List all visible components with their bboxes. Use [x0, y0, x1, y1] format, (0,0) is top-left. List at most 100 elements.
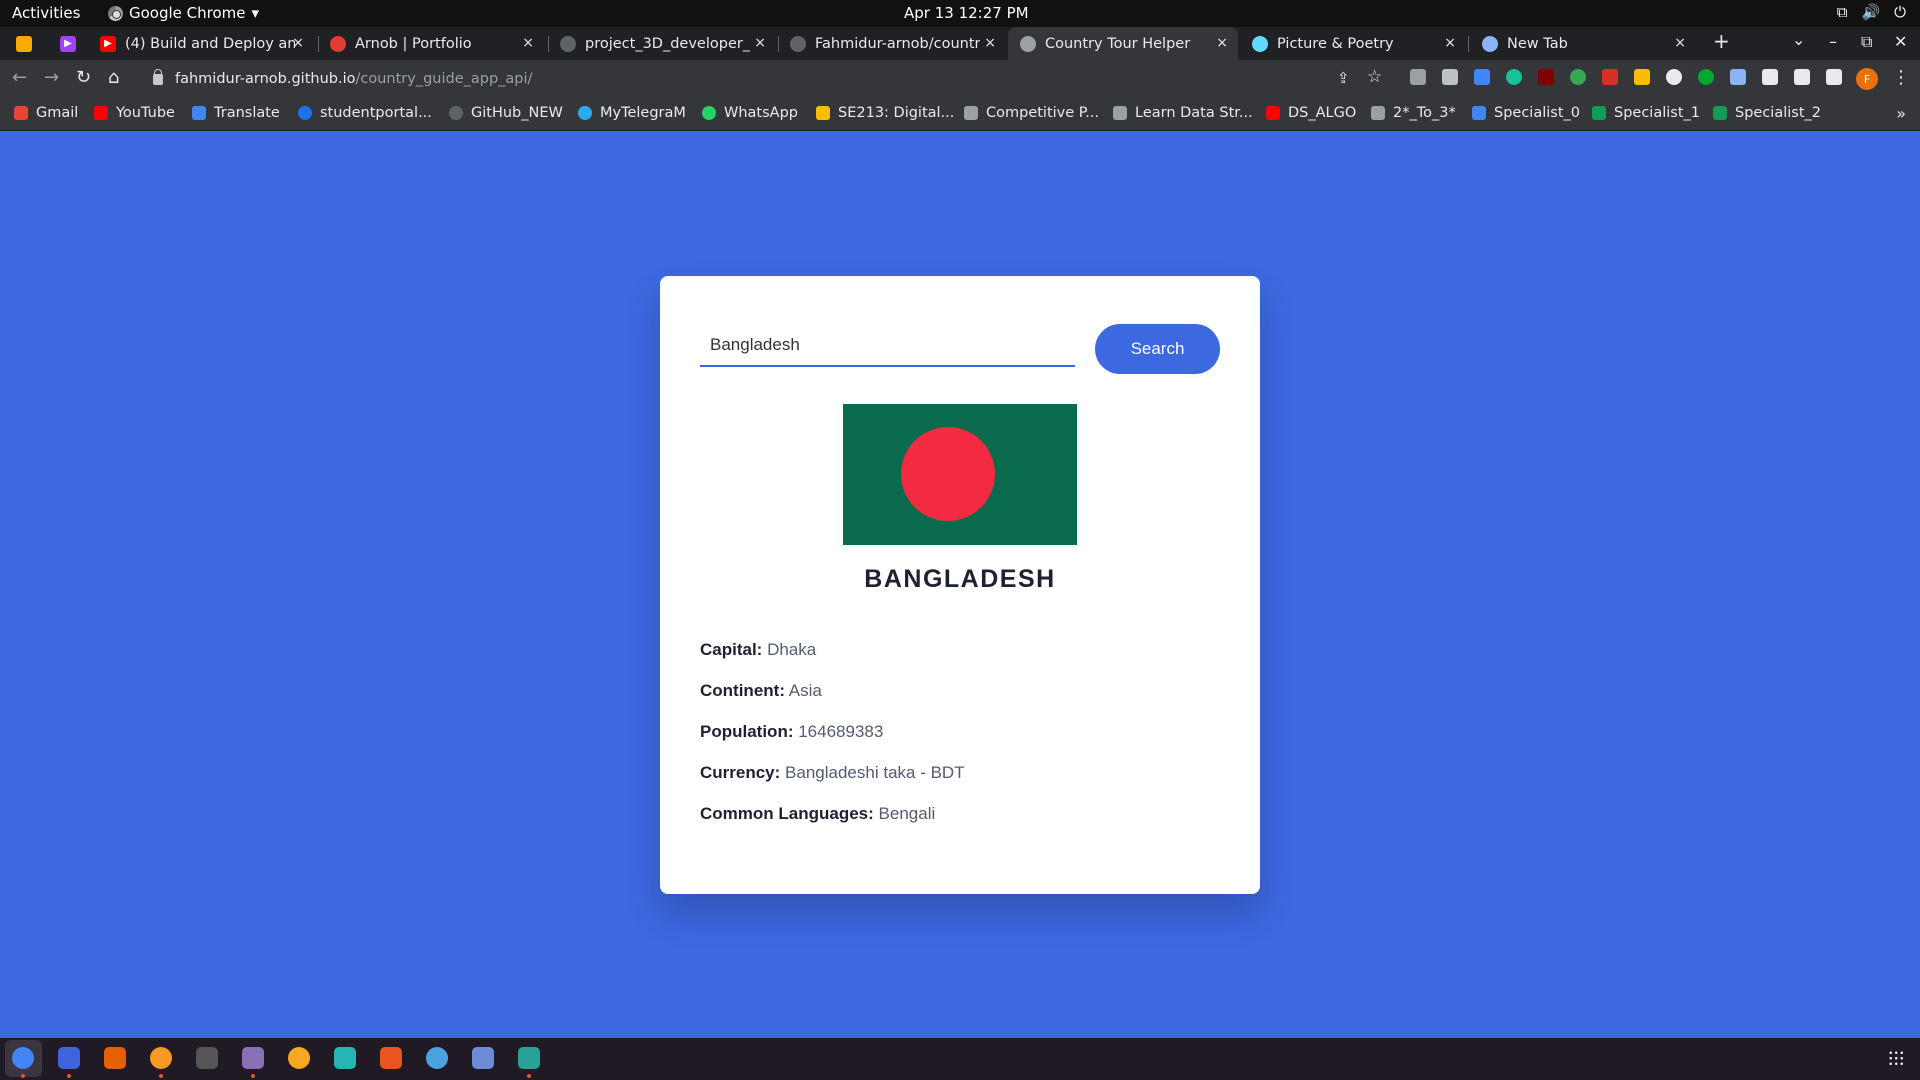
- files-icon[interactable]: [242, 1047, 264, 1069]
- new-tab-button[interactable]: +: [1713, 29, 1730, 53]
- more-bookmarks-icon[interactable]: »: [1896, 104, 1906, 123]
- bookmark-star-icon[interactable]: ☆: [1367, 67, 1382, 87]
- ublock-icon[interactable]: [1538, 69, 1554, 85]
- profile-avatar[interactable]: F: [1856, 68, 1878, 90]
- system-tray[interactable]: ⧉ 🔊 ⏻: [1837, 3, 1906, 21]
- bookmark-specialist-1[interactable]: Specialist_1: [1592, 105, 1700, 121]
- close-window-icon[interactable]: ✕: [1894, 32, 1907, 51]
- clock[interactable]: Apr 13 12:27 PM: [904, 4, 1029, 22]
- sheets-icon: [1592, 106, 1606, 120]
- reload-icon[interactable]: ↻: [76, 67, 91, 88]
- info-continent: Continent: Asia: [700, 681, 965, 722]
- tab-portfolio[interactable]: Arnob | Portfolio ×: [318, 27, 544, 60]
- software-icon[interactable]: [334, 1047, 356, 1069]
- screenshot-icon[interactable]: [1602, 69, 1618, 85]
- volume-icon[interactable]: 🔊: [1861, 3, 1880, 21]
- chrome-icon[interactable]: [12, 1047, 34, 1069]
- lock-icon[interactable]: [153, 68, 163, 85]
- github-icon: [560, 35, 576, 52]
- camera-icon[interactable]: [1442, 69, 1458, 85]
- bookmark-translate[interactable]: Translate: [192, 105, 280, 121]
- share-icon[interactable]: ⇪: [1337, 69, 1350, 87]
- terminal-icon[interactable]: [196, 1047, 218, 1069]
- bookmark-se213[interactable]: SE213: Digital...: [816, 105, 954, 121]
- evernote-icon[interactable]: [1698, 69, 1714, 85]
- text-editor-icon[interactable]: [518, 1047, 540, 1069]
- drive-icon[interactable]: [1634, 69, 1650, 85]
- minimize-icon[interactable]: –: [1829, 32, 1837, 51]
- react-devtools-icon[interactable]: [1666, 69, 1682, 85]
- bookmark-2-to-3[interactable]: 2*_To_3*: [1371, 105, 1456, 121]
- bookmark-specialist-2[interactable]: Specialist_2: [1713, 105, 1821, 121]
- notes-icon[interactable]: [288, 1047, 310, 1069]
- tab-close-icon[interactable]: ×: [754, 35, 766, 51]
- bookmark-specialist-0[interactable]: Specialist_0: [1472, 105, 1580, 121]
- home-icon[interactable]: ⌂: [108, 67, 119, 88]
- bookmark-github-new[interactable]: GitHub_NEW: [449, 105, 563, 121]
- password-extension-icon[interactable]: [1474, 69, 1490, 85]
- info-value: 164689383: [798, 722, 884, 741]
- sidepanel-icon[interactable]: [1826, 69, 1842, 85]
- bookmark-ds-algo[interactable]: DS_ALGO: [1266, 105, 1356, 121]
- tab-search-icon[interactable]: ⌄: [1792, 30, 1805, 49]
- telegram-icon: [578, 106, 592, 120]
- country-card: Search BANGLADESH Capital: Dhaka Contine…: [660, 276, 1260, 894]
- pinned-tab-app[interactable]: ▶: [48, 27, 88, 60]
- vscode-icon[interactable]: [58, 1047, 80, 1069]
- badge-extension-icon[interactable]: [1410, 69, 1426, 85]
- course-icon: [816, 106, 830, 120]
- tab-close-icon[interactable]: ×: [1216, 35, 1228, 51]
- media-icon[interactable]: [1794, 69, 1810, 85]
- tab-close-icon[interactable]: ×: [1674, 35, 1686, 51]
- address-bar[interactable]: fahmidur-arnob.github.io /country_guide_…: [140, 64, 1340, 94]
- info-languages: Common Languages: Bengali: [700, 804, 965, 845]
- tab-close-icon[interactable]: ×: [1444, 35, 1456, 51]
- bookmark-competitive[interactable]: Competitive P...: [964, 105, 1099, 121]
- menu-icon[interactable]: ⋮: [1892, 67, 1910, 88]
- tab-project-3d[interactable]: project_3D_developer_p ×: [548, 27, 776, 60]
- screen-icon[interactable]: ⧉: [1837, 3, 1848, 21]
- show-apps-icon[interactable]: [1888, 1050, 1904, 1066]
- running-indicator: [251, 1074, 255, 1078]
- bookmark-studentportal[interactable]: studentportal...: [298, 105, 432, 121]
- grammarly-icon[interactable]: [1506, 69, 1522, 85]
- forward-icon[interactable]: →: [44, 67, 59, 88]
- tab-close-icon[interactable]: ×: [984, 35, 996, 51]
- photos-icon[interactable]: [426, 1047, 448, 1069]
- ubuntu-software-icon[interactable]: [380, 1047, 402, 1069]
- bookmark-gmail[interactable]: Gmail: [14, 105, 78, 121]
- tab-picture-poetry[interactable]: Picture & Poetry ×: [1240, 27, 1466, 60]
- running-indicator: [527, 1074, 531, 1078]
- app-menu[interactable]: Google Chrome ▾: [108, 4, 259, 22]
- tab-close-icon[interactable]: ×: [292, 35, 304, 51]
- restore-icon[interactable]: ⧉: [1861, 32, 1872, 52]
- tab-country-tour-helper[interactable]: Country Tour Helper ×: [1008, 27, 1238, 60]
- puzzle-icon[interactable]: [1762, 69, 1778, 85]
- docs-extension-icon[interactable]: [1730, 69, 1746, 85]
- tab-youtube[interactable]: ▶ (4) Build and Deploy an A ×: [88, 27, 314, 60]
- virtualbox-icon[interactable]: [472, 1047, 494, 1069]
- power-icon[interactable]: ⏻: [1894, 3, 1906, 21]
- github-icon: [449, 106, 463, 120]
- running-indicator: [67, 1074, 71, 1078]
- search-button[interactable]: Search: [1095, 324, 1220, 374]
- sublime-icon[interactable]: [150, 1047, 172, 1069]
- bookmark-learn-ds[interactable]: Learn Data Str...: [1113, 105, 1253, 121]
- firefox-icon[interactable]: [104, 1047, 126, 1069]
- activities-button[interactable]: Activities: [12, 4, 80, 22]
- country-search-input[interactable]: [700, 324, 1075, 367]
- bookmark-label: Specialist_2: [1735, 105, 1821, 121]
- back-icon[interactable]: ←: [12, 67, 27, 88]
- bookmark-youtube[interactable]: YouTube: [94, 105, 175, 121]
- tab-title: Country Tour Helper: [1045, 35, 1191, 52]
- info-value: Dhaka: [767, 640, 817, 659]
- flag-disc: [901, 427, 995, 521]
- bookmark-telegram[interactable]: MyTelegraM: [578, 105, 686, 121]
- pinned-app-icon: ▶: [60, 35, 76, 52]
- bookmark-whatsapp[interactable]: WhatsApp: [702, 105, 798, 121]
- add-extension-icon[interactable]: [1570, 69, 1586, 85]
- tab-github-repo[interactable]: Fahmidur-arnob/countr ×: [778, 27, 1006, 60]
- tab-close-icon[interactable]: ×: [522, 35, 534, 51]
- pinned-tab-analytics[interactable]: [4, 27, 44, 60]
- tab-new-tab[interactable]: New Tab ×: [1470, 27, 1696, 60]
